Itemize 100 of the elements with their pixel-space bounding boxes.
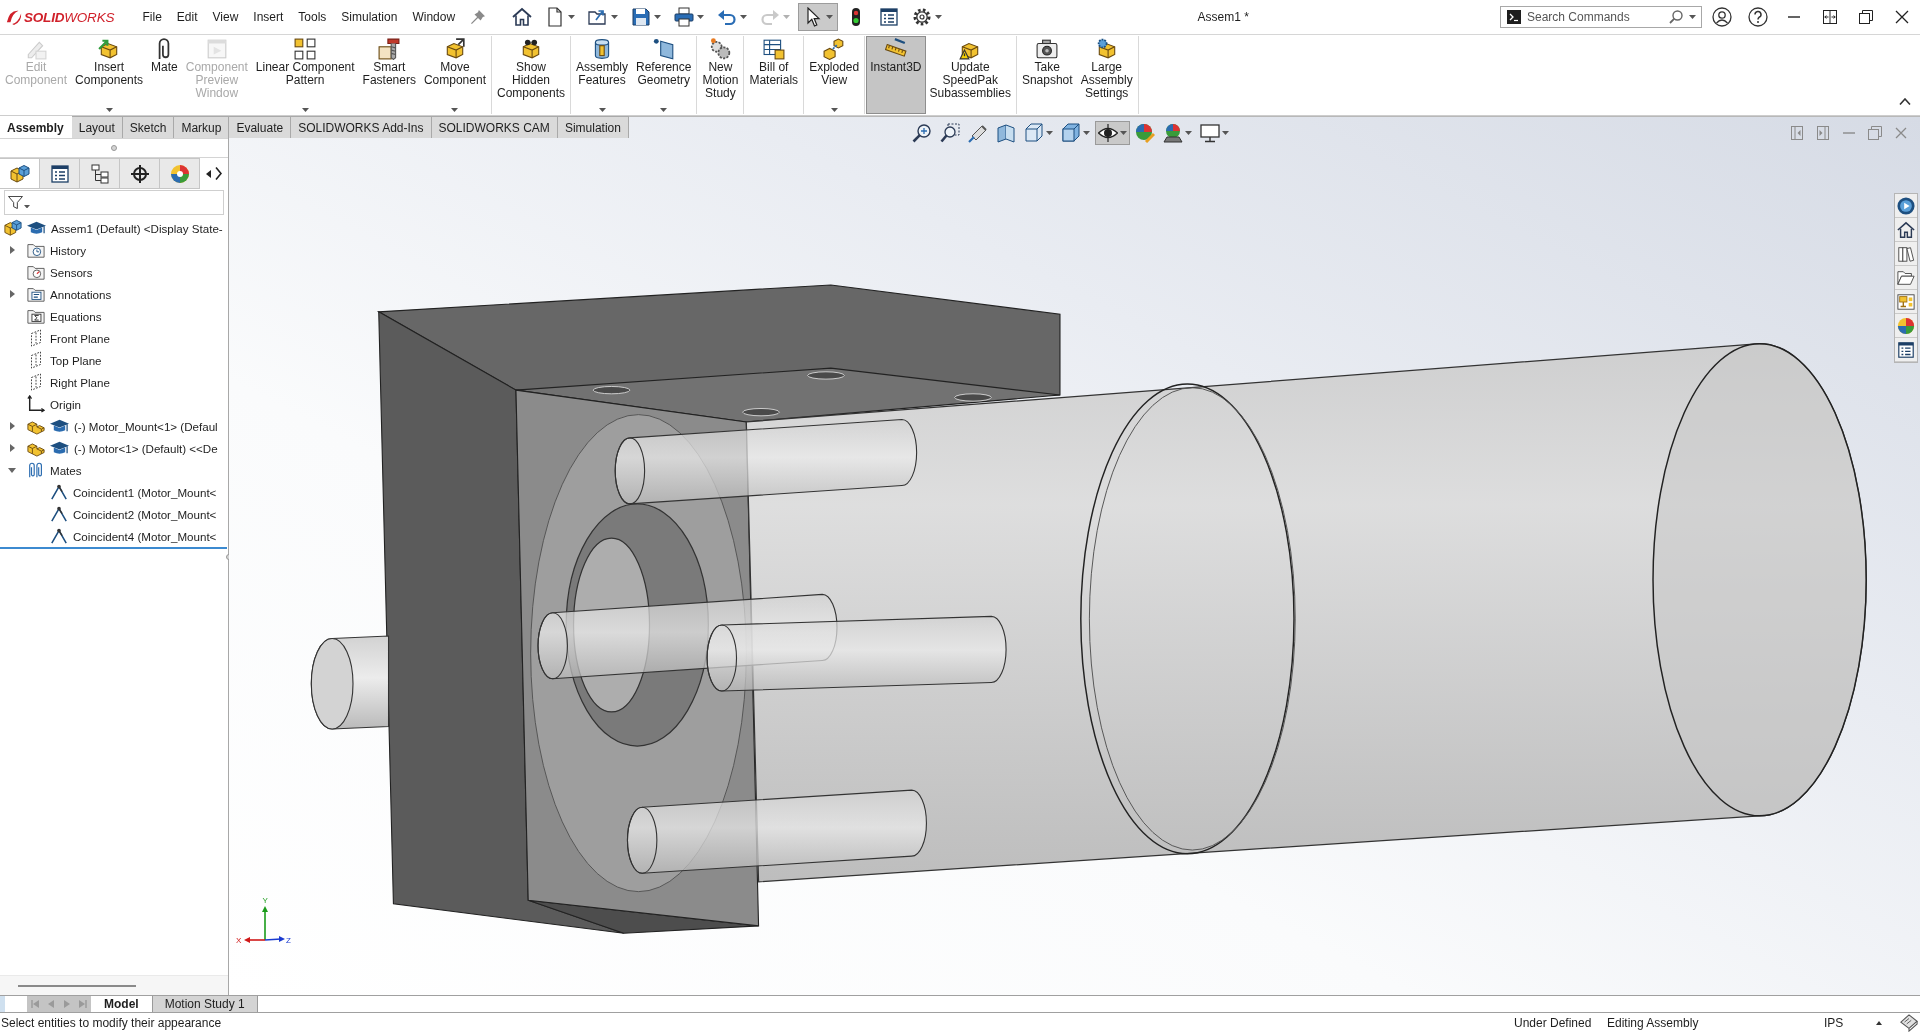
select-button[interactable] (797, 3, 838, 31)
caret-right-icon[interactable] (9, 290, 15, 298)
panel-right-icon[interactable] (1817, 126, 1829, 140)
restore-icon[interactable] (1859, 10, 1873, 24)
menu-item[interactable]: Edit (169, 10, 206, 24)
panel-tab[interactable] (80, 158, 120, 189)
scrollbar-thumb[interactable] (18, 984, 136, 987)
status-field: Under Defined (1514, 1015, 1607, 1030)
caret-right-icon[interactable] (9, 246, 15, 254)
axis-label: Z (286, 936, 291, 945)
tree-item[interactable]: Front Plane (50, 331, 110, 345)
ribbon-button[interactable]: Large Assembly Settings (1076, 36, 1137, 114)
menu-item[interactable]: Simulation (333, 10, 405, 24)
close-icon[interactable] (1895, 10, 1909, 24)
redo-icon (759, 7, 780, 27)
search-box[interactable]: Search Commands (1500, 6, 1702, 28)
ribbon-button[interactable]: Smart Fasteners (358, 36, 420, 114)
bolt-icon (378, 38, 401, 60)
tab[interactable]: Simulation (557, 116, 629, 138)
ribbon-button[interactable]: Exploded View (805, 36, 864, 114)
apply-scene-button[interactable] (1160, 121, 1195, 145)
ribbon-button[interactable]: Reference Geometry (632, 36, 696, 114)
hierarchy-icon (89, 163, 110, 184)
settings-icon (911, 7, 932, 27)
pushpin-icon[interactable] (470, 10, 485, 24)
split-window-icon[interactable] (1823, 10, 1837, 24)
ribbon-button[interactable]: Assembly Features (572, 36, 633, 114)
caret-icon (301, 108, 309, 112)
tree-item[interactable]: Annotations (50, 287, 112, 301)
menu-item[interactable]: Insert (245, 10, 291, 24)
status-message: Select entities to modify their appearance (0, 1015, 223, 1030)
tab[interactable]: Layout (71, 116, 123, 138)
tree-item[interactable]: (-) Motor<1> (Default) <<De (74, 441, 218, 455)
cubes-icon (4, 219, 22, 237)
caret-down-icon[interactable] (8, 467, 16, 473)
house-icon (511, 7, 532, 27)
menu-item[interactable]: Window (404, 10, 463, 24)
hide-show-button[interactable] (1095, 121, 1130, 145)
ribbon-button[interactable]: New Motion Study (698, 36, 743, 114)
menu-item[interactable]: File (135, 10, 170, 24)
tree-item[interactable]: Coincident4 (Motor_Mount< (73, 529, 217, 543)
caret-right-icon[interactable] (9, 422, 15, 430)
logo-icon (6, 9, 22, 25)
tree-item[interactable]: Assem1 (Default) <Display State- (51, 221, 223, 235)
panel-tab[interactable] (0, 158, 40, 189)
tree-item[interactable]: Top Plane (50, 353, 102, 367)
caret-icon[interactable] (1689, 15, 1696, 19)
panel-left-icon[interactable] (1791, 126, 1803, 140)
tree-item[interactable]: (-) Motor_Mount<1> (Defaul (74, 419, 218, 433)
ribbon-button[interactable]: Bill of Materials (745, 36, 803, 114)
terminal-icon (1507, 10, 1521, 24)
tab[interactable]: Markup (174, 116, 230, 138)
view-settings-button[interactable] (1197, 121, 1232, 145)
list-icon (878, 7, 899, 27)
panel-tab[interactable] (40, 158, 80, 189)
crosshair-icon (129, 163, 150, 184)
exploded-cube-icon (823, 38, 846, 60)
splitter-handle-icon[interactable] (111, 145, 117, 151)
caret-right-icon[interactable] (9, 444, 15, 452)
tree-item[interactable]: Mates (50, 463, 82, 477)
tree-item[interactable]: Coincident1 (Motor_Mount< (73, 485, 217, 499)
search-field[interactable]: Search Commands (1527, 10, 1663, 24)
tilted-box-icon[interactable] (1900, 1013, 1918, 1032)
panel-tab[interactable] (120, 158, 160, 189)
cube-gear-icon (1095, 38, 1118, 60)
tree-item[interactable]: Right Plane (50, 375, 110, 389)
list-icon (49, 163, 70, 184)
caret-up-icon[interactable] (1899, 98, 1911, 105)
tab[interactable]: Evaluate (229, 116, 292, 138)
caret-left-icon[interactable] (206, 169, 211, 178)
caret-up-icon[interactable] (1876, 1020, 1882, 1025)
search-icon[interactable] (1669, 10, 1683, 24)
ribbon-button[interactable]: Mate (147, 36, 182, 114)
tree-item[interactable]: Equations (50, 309, 102, 323)
caret-icon (567, 15, 575, 19)
tree-item[interactable]: Coincident2 (Motor_Mount< (73, 507, 217, 521)
ribbon-button[interactable]: Update SpeedPak Subassemblies (925, 36, 1015, 114)
ribbon-button[interactable]: Linear Component Pattern (251, 36, 359, 114)
ribbon-button[interactable]: Instant3D (866, 36, 926, 114)
books-icon (1897, 244, 1915, 263)
user-icon[interactable] (1712, 7, 1732, 27)
ribbon-button[interactable]: Move Component (419, 36, 490, 114)
ribbon-button[interactable]: Take Snapshot (1017, 36, 1077, 114)
tab[interactable]: Sketch (122, 116, 175, 138)
skip-to-start-icon[interactable] (28, 997, 42, 1011)
tree-item[interactable]: Sensors (50, 265, 93, 279)
menu-item[interactable]: View (205, 10, 246, 24)
tab[interactable]: Motion Study 1 (151, 996, 258, 1012)
help-icon[interactable] (1748, 7, 1768, 27)
ribbon-button[interactable]: Insert Components (71, 36, 148, 114)
cubes-icon (9, 163, 30, 184)
tab[interactable]: SOLIDWORKS Add-Ins (291, 116, 432, 138)
menu-item[interactable]: Tools (290, 10, 334, 24)
gears-icon (709, 38, 732, 60)
tree-item[interactable]: Origin (50, 397, 81, 411)
ribbon-button[interactable]: Show Hidden Components (492, 36, 569, 114)
tree-item[interactable]: History (50, 243, 87, 257)
ruler-icon (884, 38, 907, 60)
tab[interactable]: SOLIDWORKS CAM (431, 116, 558, 138)
chevron-right-icon[interactable] (215, 167, 222, 180)
